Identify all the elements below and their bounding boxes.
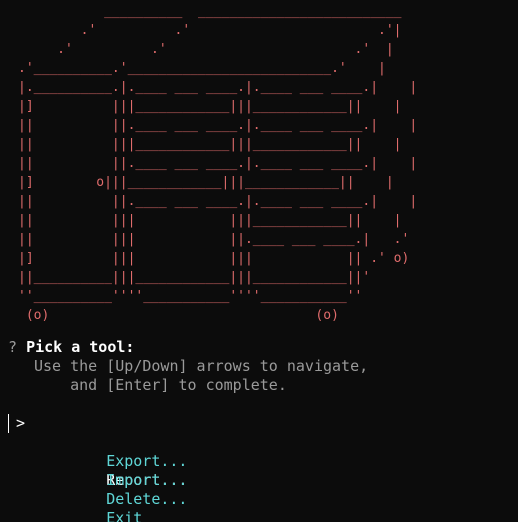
tool-menu: > Report... Export... Import... Delete..… [0,414,300,522]
hint-line-1: Use the [Up/Down] arrows to navigate, [34,357,369,375]
prompt-line: ? Pick a tool: [8,338,134,357]
terminal-window: __________ __________________________ .'… [0,0,518,522]
navigation-hint: Use the [Up/Down] arrows to navigate, an… [34,357,368,395]
menu-item-exit[interactable]: Exit [0,490,300,522]
text-cursor [8,414,9,433]
menu-item-delete[interactable]: Delete... [0,471,300,508]
menu-item-import[interactable]: Import... [0,452,300,489]
file-cabinet-ascii-art: __________ __________________________ .'… [18,4,418,323]
menu-item-export[interactable]: Export... [0,433,300,470]
hint-line-2: and [Enter] to complete. [34,376,287,394]
menu-item-label: Exit [106,509,143,522]
selection-pointer: > [16,414,26,432]
prompt-question: Pick a tool: [26,338,135,356]
question-mark: ? [8,338,18,356]
menu-item-report[interactable]: > Report... [0,414,300,489]
